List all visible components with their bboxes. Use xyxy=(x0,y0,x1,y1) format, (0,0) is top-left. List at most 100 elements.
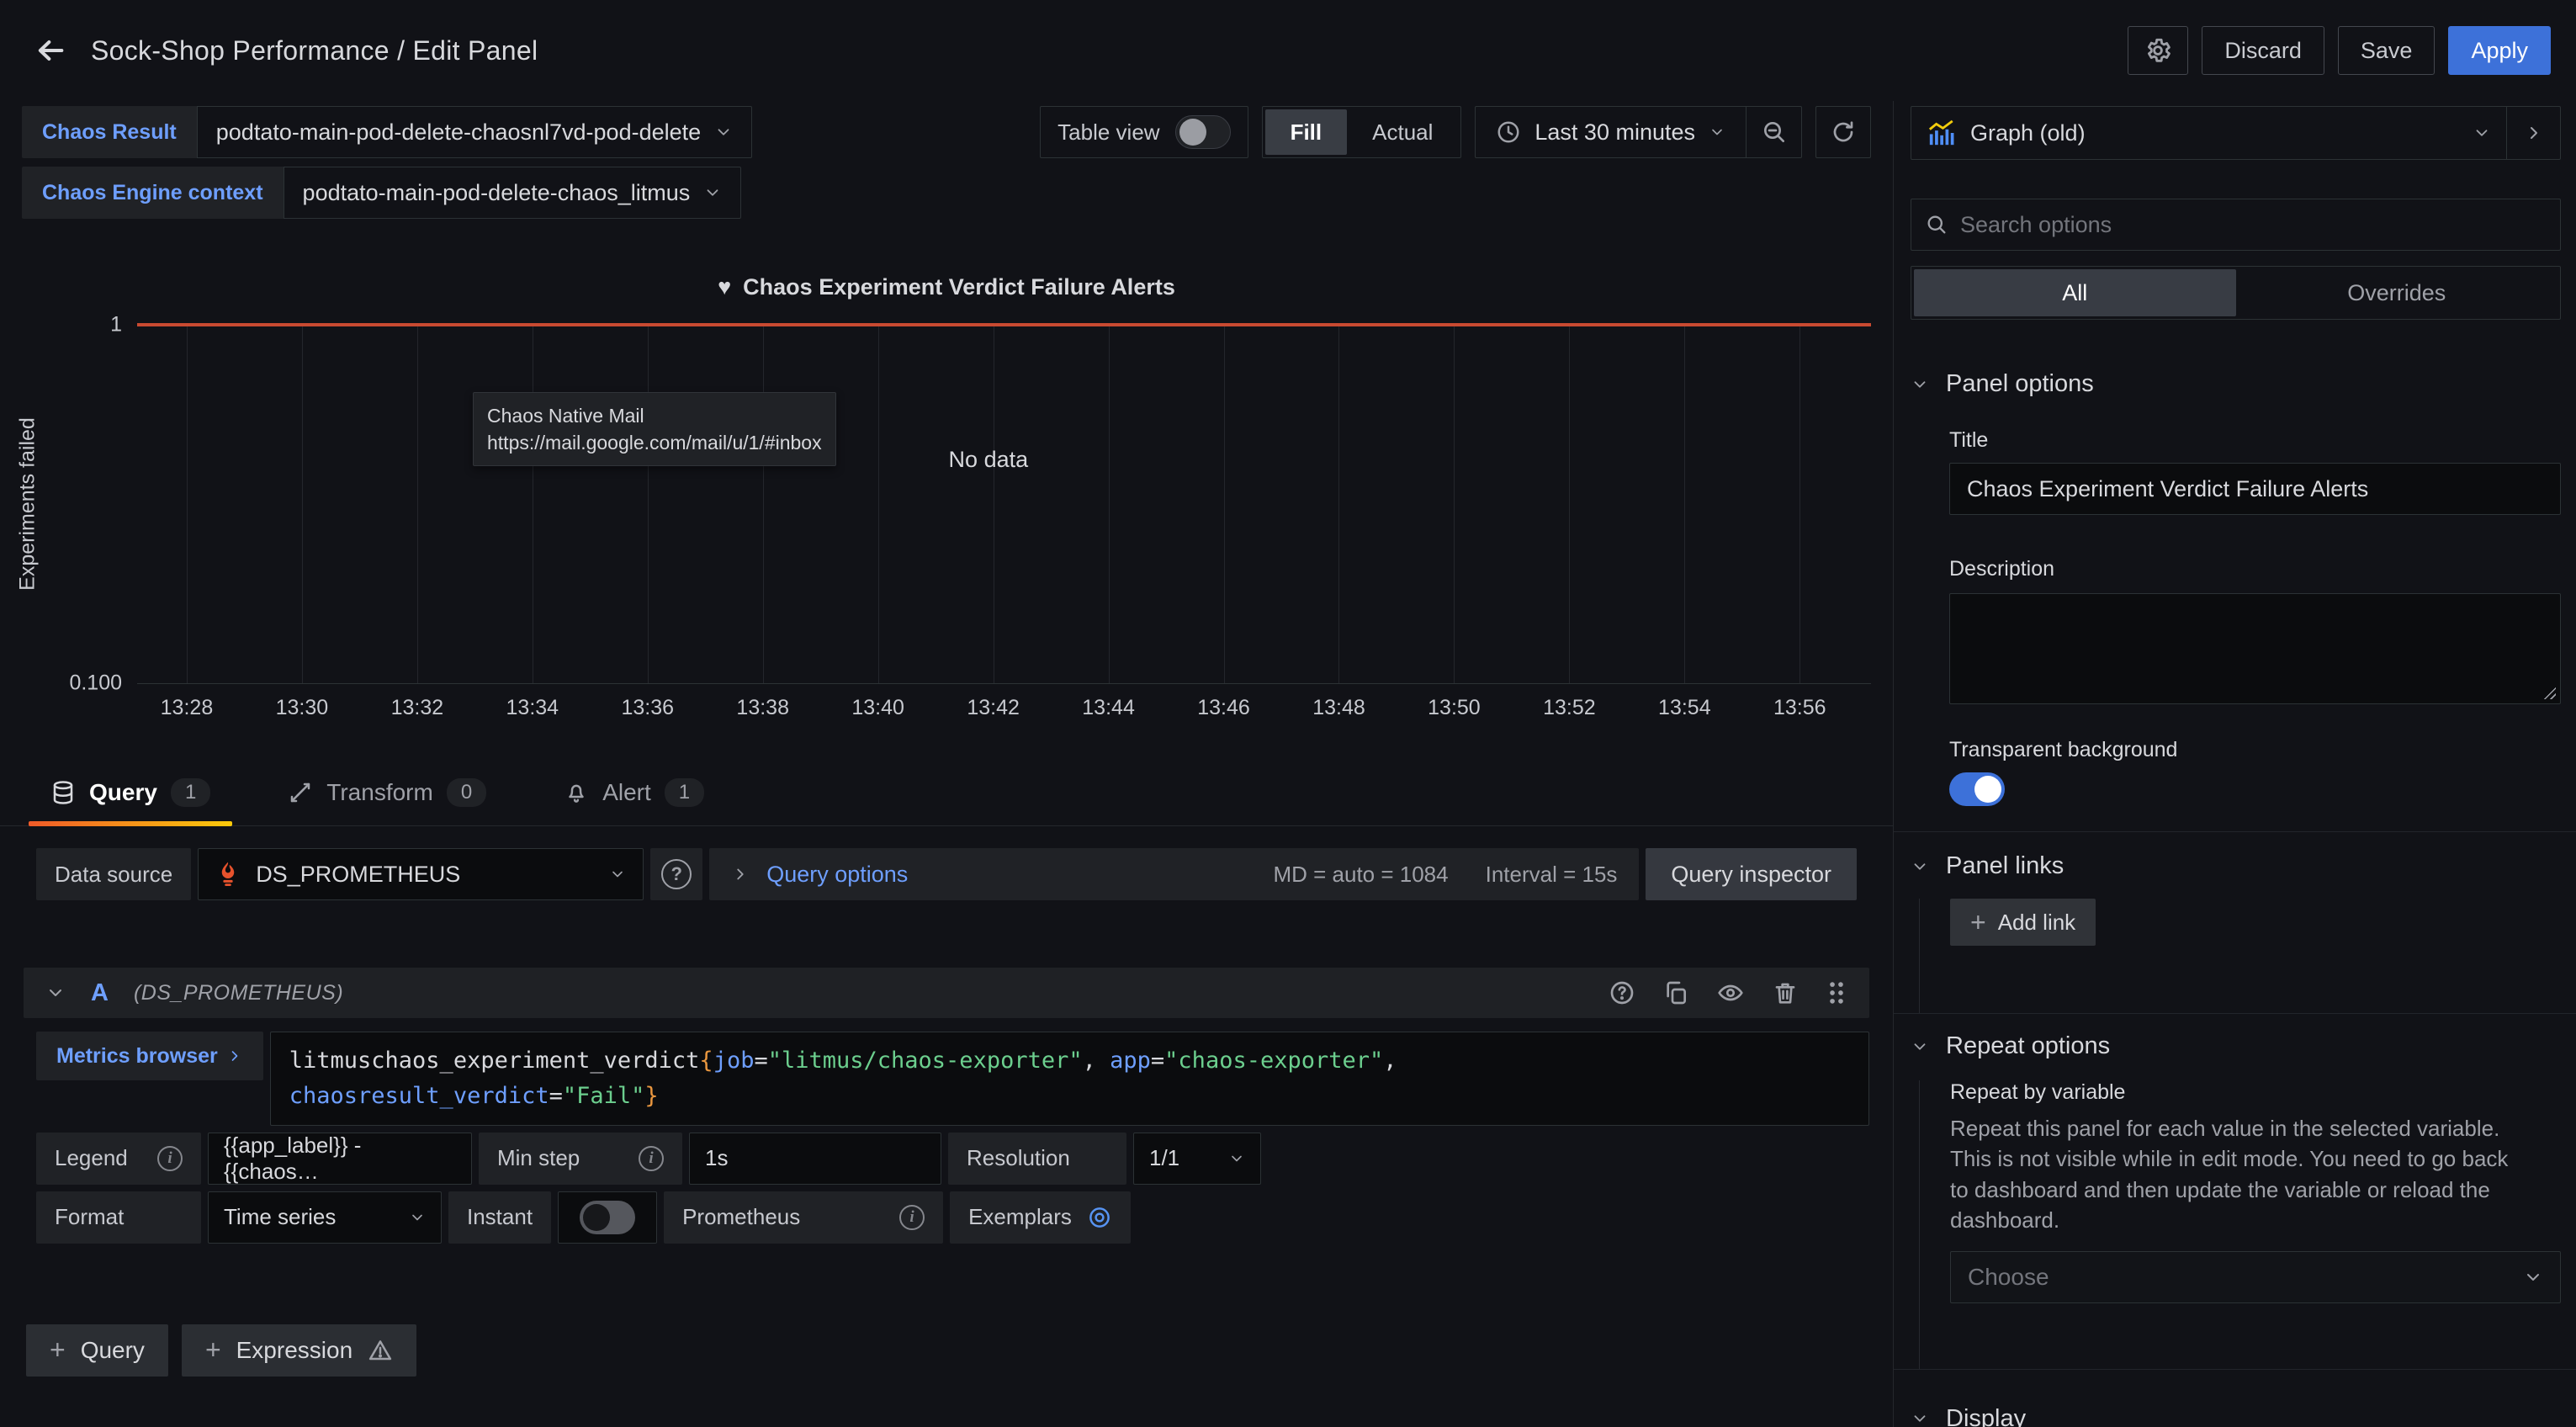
x-tick-label: 13:36 xyxy=(621,696,674,720)
section-display[interactable]: Display xyxy=(1911,1405,2561,1427)
variable-chaos-engine-context: Chaos Engine context podtato-main-pod-de… xyxy=(22,167,752,219)
fill-actual-switch: Fill Actual xyxy=(1262,106,1462,158)
max-data-points-value: MD = auto = 1084 xyxy=(1273,862,1448,888)
refresh-icon xyxy=(1830,119,1857,146)
transparent-bg-label: Transparent background xyxy=(1949,738,2561,762)
tab-all[interactable]: All xyxy=(1914,269,2236,316)
expr-token-string: "litmus/chaos-exporter" xyxy=(768,1048,1083,1074)
variable-value-dropdown[interactable]: podtato-main-pod-delete-chaos_litmus xyxy=(284,167,742,219)
delete-query-trash-icon[interactable] xyxy=(1772,979,1799,1006)
tab-alert[interactable]: Alert 1 xyxy=(542,778,726,825)
resolution-select[interactable]: 1/1 xyxy=(1133,1133,1261,1185)
gridline xyxy=(302,325,303,683)
toggle-viz-picker-button[interactable] xyxy=(2506,107,2560,159)
section-repeat-options[interactable]: Repeat options xyxy=(1911,1032,2561,1060)
repeat-by-variable-label: Repeat by variable xyxy=(1950,1080,2561,1105)
add-expression-button[interactable]: + Expression xyxy=(182,1324,416,1377)
section-panel-links[interactable]: Panel links xyxy=(1911,852,2561,880)
visualization-picker: Graph (old) xyxy=(1911,106,2561,160)
panel-description-textarea[interactable] xyxy=(1949,593,2561,704)
panel-title[interactable]: ♥ Chaos Experiment Verdict Failure Alert… xyxy=(0,274,1893,300)
gear-icon xyxy=(2144,36,2172,65)
query-options-bar[interactable]: Query options MD = auto = 1084 Interval … xyxy=(709,848,1639,900)
table-view-toggle[interactable] xyxy=(1175,115,1231,149)
add-query-button[interactable]: + Query xyxy=(26,1324,168,1377)
gridline xyxy=(1569,325,1570,683)
chevron-right-icon xyxy=(2524,123,2544,143)
gridline xyxy=(648,325,649,683)
time-range-picker[interactable]: Last 30 minutes xyxy=(1476,107,1746,157)
x-tick-label: 13:46 xyxy=(1197,696,1250,720)
query-inspector-button[interactable]: Query inspector xyxy=(1646,848,1857,900)
apply-button[interactable]: Apply xyxy=(2448,26,2551,75)
disable-query-eye-icon[interactable] xyxy=(1716,979,1745,1006)
chevron-down-icon xyxy=(1911,857,1929,876)
promql-expression-input[interactable]: litmuschaos_experiment_verdict{job="litm… xyxy=(270,1032,1869,1126)
gridline xyxy=(1799,325,1800,683)
chevron-down-icon xyxy=(2473,124,2491,142)
repeat-variable-select[interactable]: Choose xyxy=(1950,1251,2561,1303)
x-tick-label: 13:38 xyxy=(736,696,789,720)
chevron-down-icon xyxy=(2523,1267,2543,1287)
legend-input[interactable]: {{app_label}} - {{chaos… xyxy=(208,1133,472,1185)
tab-transform[interactable]: Transform 0 xyxy=(266,778,508,825)
gridline xyxy=(417,325,418,683)
gridline xyxy=(878,325,879,683)
metrics-browser-button[interactable]: Metrics browser xyxy=(36,1032,263,1080)
question-circle-icon: ? xyxy=(661,859,692,889)
exemplars-bullseye-icon[interactable] xyxy=(1087,1205,1112,1230)
save-button[interactable]: Save xyxy=(2338,26,2436,75)
panel-settings-button[interactable] xyxy=(2128,26,2188,75)
gridline xyxy=(1454,325,1455,683)
repeat-description: Repeat this panel for each value in the … xyxy=(1950,1113,2522,1236)
query-count-badge: 1 xyxy=(171,778,210,807)
query-datasource-hint: (DS_PROMETHEUS) xyxy=(134,981,343,1005)
exemplars-label: Exemplars xyxy=(950,1191,1131,1244)
format-select[interactable]: Time series xyxy=(208,1191,442,1244)
duplicate-query-icon[interactable] xyxy=(1662,979,1689,1006)
chevron-down-icon xyxy=(714,123,733,141)
discard-button[interactable]: Discard xyxy=(2202,26,2324,75)
min-step-input[interactable]: 1s xyxy=(689,1133,941,1185)
plus-icon: + xyxy=(50,1334,66,1366)
tab-query[interactable]: Query 1 xyxy=(29,778,232,825)
prometheus-icon xyxy=(215,860,241,889)
data-source-picker[interactable]: DS_PROMETHEUS xyxy=(198,848,644,900)
options-filter-tabs: All Overrides xyxy=(1911,266,2561,320)
expr-token-op: = xyxy=(1151,1048,1164,1074)
gridline xyxy=(1338,325,1339,683)
variable-value-dropdown[interactable]: podtato-main-pod-delete-chaosnl7vd-pod-d… xyxy=(197,106,752,158)
search-options-input[interactable]: Search options xyxy=(1911,199,2561,251)
query-toolbar: Data source DS_PROMETHEUS ? Query option… xyxy=(36,848,1857,900)
query-help-icon[interactable] xyxy=(1609,979,1635,1006)
add-link-button[interactable]: + Add link xyxy=(1950,899,2096,946)
x-tick-label: 13:52 xyxy=(1543,696,1596,720)
resolution-label: Resolution xyxy=(948,1133,1126,1185)
instant-toggle-box xyxy=(558,1191,657,1244)
gridline xyxy=(187,325,188,683)
resize-grip-icon[interactable] xyxy=(2542,686,2556,699)
expr-token-op: , xyxy=(1083,1048,1110,1074)
expr-token-label: job xyxy=(713,1048,755,1074)
fill-option[interactable]: Fill xyxy=(1265,109,1348,155)
gridline xyxy=(1684,325,1685,683)
tab-overrides[interactable]: Overrides xyxy=(2236,269,2558,316)
section-panel-options[interactable]: Panel options xyxy=(1911,370,2561,398)
drag-handle-icon[interactable] xyxy=(1826,979,1847,1007)
table-view-label: Table view xyxy=(1057,119,1159,146)
query-options-link[interactable]: Query options xyxy=(766,862,908,888)
panel-title-input[interactable]: Chaos Experiment Verdict Failure Alerts xyxy=(1949,463,2561,515)
query-row-header[interactable]: A (DS_PROMETHEUS) xyxy=(24,968,1869,1018)
actual-option[interactable]: Actual xyxy=(1347,109,1458,155)
legend-label: Legend i xyxy=(36,1133,201,1185)
transparent-bg-toggle[interactable] xyxy=(1949,772,2005,806)
back-button[interactable] xyxy=(25,25,76,76)
graph-plot-area[interactable]: Experiments failed 1 0.100 No data Chaos… xyxy=(137,325,1871,684)
zoom-out-button[interactable] xyxy=(1746,107,1801,157)
instant-toggle[interactable] xyxy=(580,1201,635,1234)
refresh-button[interactable] xyxy=(1815,106,1871,158)
datasource-help-button[interactable]: ? xyxy=(650,848,702,900)
variable-label: Chaos Result xyxy=(22,106,197,158)
visualization-select[interactable]: Graph (old) xyxy=(1911,119,2506,147)
x-tick-label: 13:54 xyxy=(1658,696,1711,720)
